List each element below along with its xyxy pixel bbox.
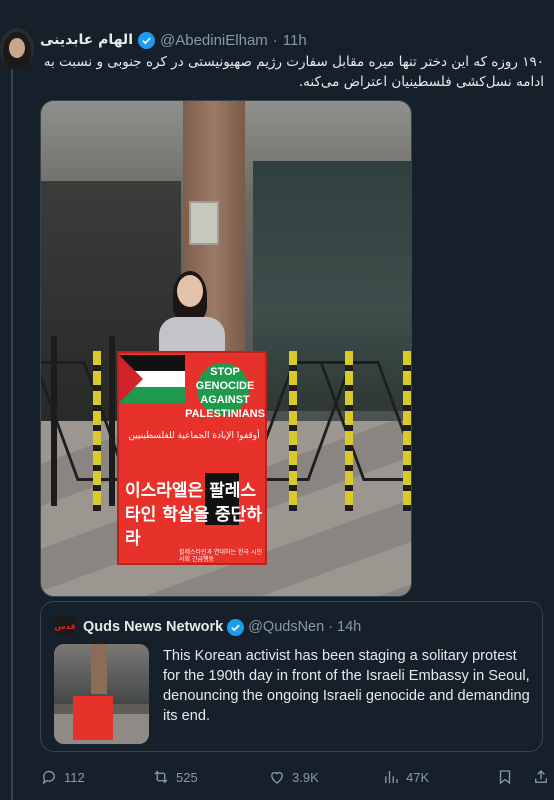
tweet-text: ۱۹۰ روزه که این دختر تنها میره مقابل سفا… [43, 54, 544, 90]
quote-author-name[interactable]: Quds News Network [83, 619, 223, 635]
quote-author-handle[interactable]: @QudsNen [248, 619, 324, 635]
sign-korean-text: 이스라엘은 팔레스타인 학살을 중단하라 [125, 481, 262, 549]
verified-badge-icon [138, 31, 155, 49]
like-button[interactable]: 3.9K [268, 768, 319, 786]
palestine-flag-icon [119, 355, 185, 403]
author-name[interactable]: الهام عابدینی [40, 32, 133, 48]
tweet-timestamp[interactable]: 11h [283, 32, 307, 49]
bookmark-button[interactable] [496, 768, 514, 786]
quote-text: This Korean activist has been staging a … [163, 648, 530, 724]
views-button[interactable]: 47K [382, 768, 429, 786]
embassy-plaque [189, 201, 219, 245]
header-separator: · [272, 31, 278, 49]
tweet-header: الهام عابدینی @AbediniElham · 11h [40, 30, 307, 50]
quote-separator: · [328, 619, 334, 635]
reply-count: 112 [64, 769, 85, 785]
views-chart-icon [385, 771, 398, 783]
reply-button[interactable]: 112 [40, 768, 85, 786]
like-count: 3.9K [292, 769, 319, 785]
reply-icon [42, 770, 55, 785]
quoted-tweet[interactable]: قدس Quds News Network @QudsNen · 14h Thi… [40, 601, 543, 752]
quote-author-avatar[interactable]: قدس [55, 616, 75, 636]
author-avatar[interactable] [0, 28, 34, 70]
views-count: 47K [406, 769, 430, 785]
share-button[interactable] [532, 768, 550, 786]
quote-thumbnail[interactable] [54, 644, 149, 744]
retweet-icon [154, 770, 168, 784]
activist-figure [157, 271, 227, 367]
sign-arabic-text: أوقفوا الإبادة الجماعية للفلسطينيين [128, 431, 260, 441]
action-bar: 112 525 3.9K 47K [40, 766, 550, 788]
sign-small-print: 팔레스타인과 연대하는 한국 시민사회 긴급행동 [179, 549, 263, 563]
bookmark-icon [499, 770, 511, 785]
quote-header: Quds News Network @QudsNen · 14h [83, 616, 361, 638]
tweet-photo[interactable]: STOP GENOCIDE AGAINST PALESTINIANS أوقفو… [40, 100, 412, 597]
author-handle[interactable]: @AbediniElham [160, 32, 268, 49]
protest-sign: STOP GENOCIDE AGAINST PALESTINIANS أوقفو… [117, 351, 267, 565]
heart-icon [271, 771, 283, 784]
retweet-button[interactable]: 525 [152, 768, 198, 786]
verified-badge-icon [227, 618, 245, 636]
quote-timestamp[interactable]: 14h [337, 619, 361, 635]
share-icon [535, 770, 547, 783]
sign-english-text: STOP GENOCIDE AGAINST PALESTINIANS [185, 366, 265, 420]
thread-line [11, 60, 13, 800]
retweet-count: 525 [176, 769, 198, 785]
